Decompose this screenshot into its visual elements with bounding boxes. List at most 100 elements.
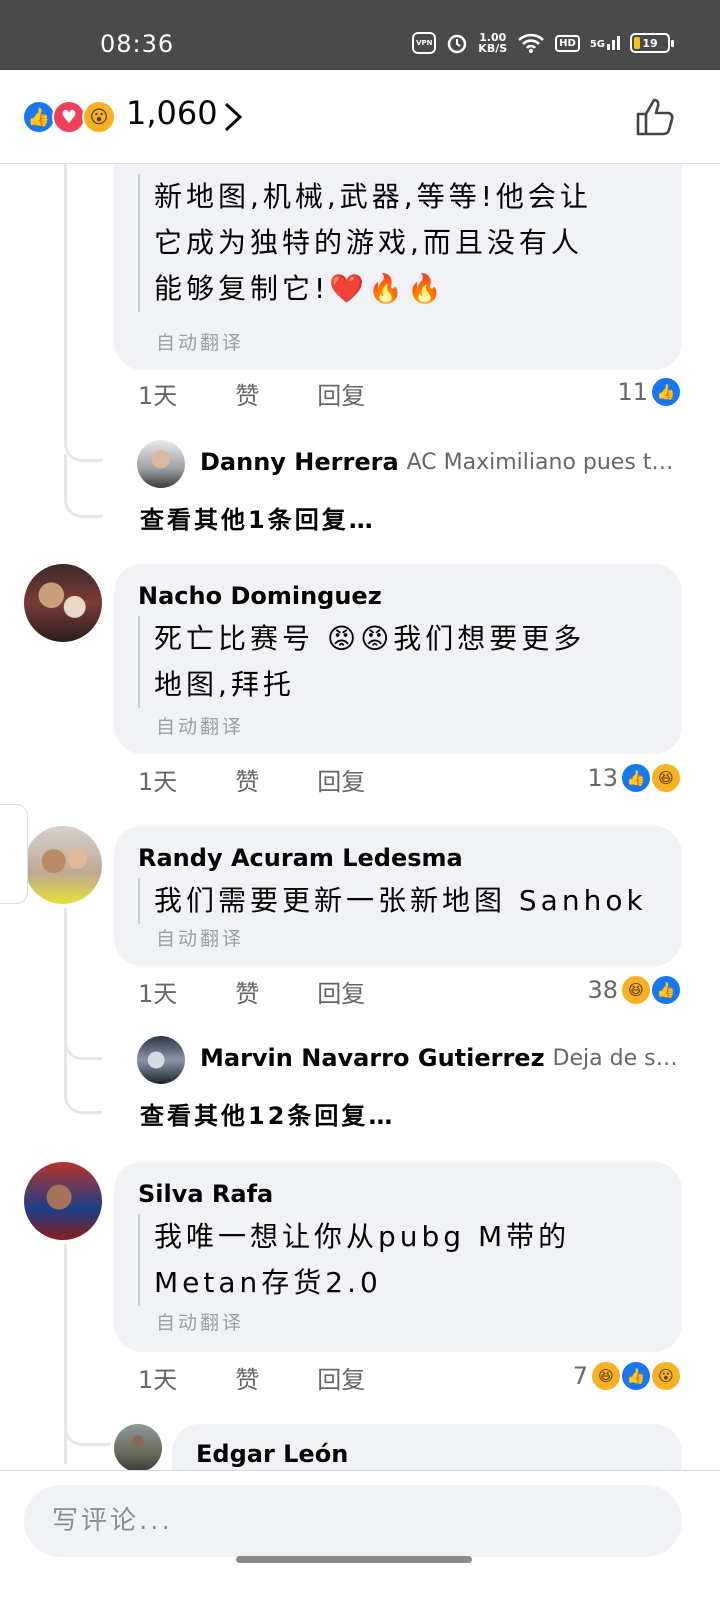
reaction-summary-icons: 👍 ♥ 😮 [22,100,116,134]
thread-line [64,164,67,404]
status-bar: 08:36 VPN 1.00 KB/S HD 5G 19 [0,0,720,70]
like-reaction-icon: 👍 [620,762,652,794]
view-more-replies[interactable]: 查看其他12条回复… [140,1096,395,1131]
reply-link[interactable]: 回复 [317,762,365,797]
comment-time: 1天 [138,768,178,796]
comment-line: 它成为独特的游戏,而且没有人 [154,226,583,259]
comment-bubble[interactable]: Randy Acuram Ledesma 我们需要更新一张新地图 Sanhok … [114,826,682,966]
reply-link[interactable]: 回复 [317,376,365,411]
network-speed: 1.00 KB/S [478,32,507,54]
comment-author[interactable]: Silva Rafa [138,1180,273,1208]
reply-author: Danny Herrera [200,448,399,476]
comment-actions: 1天 赞 回复 [138,974,423,1009]
avatar[interactable] [24,826,102,904]
comment-time: 1天 [138,980,178,1008]
avatar[interactable] [137,440,185,488]
home-indicator[interactable] [236,1556,472,1563]
avatar[interactable] [114,1424,162,1470]
auto-translate-label[interactable]: 自动翻译 [156,712,244,739]
reaction-header[interactable]: 👍 ♥ 😮 1,060 [0,70,720,164]
comment-text: 我唯一想让你从pubg M带的 Metan存货2.0 [138,1214,678,1306]
comment-author[interactable]: Randy Acuram Ledesma [138,844,463,872]
battery-level: 19 [642,36,658,50]
like-button-icon[interactable] [634,94,678,138]
comment-author[interactable]: Nacho Dominguez [138,582,382,610]
hd-icon: HD [555,34,580,52]
comment-line: 新地图,机械,武器,等等!他会让 [154,180,592,213]
avatar[interactable] [24,1162,102,1240]
comment-text: 我们需要更新一张新地图 Sanhok [138,878,678,924]
status-icons: VPN 1.00 KB/S HD 5G 19 [412,32,674,54]
haha-reaction-icon: 😆 [620,974,652,1006]
comment-composer [0,1470,720,1600]
thread-curve [64,1044,102,1114]
thread-line [64,908,67,1028]
signal-label: 5G [589,39,605,50]
chevron-right-icon[interactable] [220,98,246,136]
reply-author: Marvin Navarro Gutierrez [200,1044,545,1072]
comment-reaction-count[interactable]: 7 😆 👍 😮 [573,1360,682,1392]
reply-author[interactable]: Edgar León [196,1440,348,1468]
reply-preview[interactable]: Danny Herrera AC Maximiliano pues t… [200,448,673,476]
comment-reaction-count[interactable]: 13 👍 😆 [587,762,682,794]
reply-snippet: AC Maximiliano pues t… [406,449,674,475]
like-link[interactable]: 赞 [235,1360,259,1395]
comment-bubble[interactable]: 新地图,机械,武器,等等!他会让 它成为独特的游戏,而且没有人 能够复制它!❤️… [114,164,682,370]
avatar[interactable] [24,564,102,642]
comment-text: 新地图,机械,武器,等等!他会让 它成为独特的游戏,而且没有人 能够复制它!❤️… [138,174,678,312]
avatar[interactable] [137,1036,185,1084]
comment-line: Metan存货2.0 [154,1266,382,1299]
comment-time: 1天 [138,1366,178,1394]
reaction-number: 38 [587,976,618,1004]
vpn-icon: VPN [412,32,437,54]
side-drawer-tab[interactable] [0,804,28,904]
alarm-icon [448,34,467,54]
comment-text: 死亡比赛号 😡😡我们想要更多 地图,拜托 [138,616,678,708]
reply-link[interactable]: 回复 [317,1360,365,1395]
like-reaction-icon: 👍 [650,376,682,408]
view-more-replies[interactable]: 查看其他1条回复… [140,500,376,535]
like-link[interactable]: 赞 [235,974,259,1009]
thread-curve [64,454,102,518]
comment-reaction-count[interactable]: 38 😆 👍 [587,974,682,1006]
speed-unit: KB/S [478,42,508,55]
like-link[interactable]: 赞 [235,376,259,411]
reply-snippet: Deja de s… [552,1045,678,1071]
battery-icon: 19 [630,33,674,53]
comment-actions: 1天 赞 回复 [138,1360,423,1395]
reaction-number: 13 [587,764,618,792]
like-reaction-icon: 👍 [620,1360,652,1392]
total-reaction-count[interactable]: 1,060 [126,94,218,132]
comment-line: 能够复制它!❤️🔥🔥 [154,272,446,305]
comment-bubble[interactable]: Nacho Dominguez 死亡比赛号 😡😡我们想要更多 地图,拜托 自动翻… [114,564,682,754]
comment-line: 我们需要更新一张新地图 Sanhok [154,884,647,917]
reply-preview[interactable]: Marvin Navarro Gutierrez Deja de s… [200,1044,678,1072]
comments-sheet: 👍 ♥ 😮 1,060 新地图,机械,武器,等等!他会让 它成为独特的游戏,而且… [0,70,720,1600]
comment-feed: 新地图,机械,武器,等等!他会让 它成为独特的游戏,而且没有人 能够复制它!❤️… [0,164,720,1470]
comment-time: 1天 [138,382,178,410]
like-link[interactable]: 赞 [235,762,259,797]
like-reaction-icon: 👍 [22,100,56,134]
signal-icon: 5G [590,36,620,50]
comment-reaction-count[interactable]: 11 👍 [617,376,682,408]
love-reaction-icon: ♥ [52,100,86,134]
reply-bubble[interactable]: Edgar León [172,1424,682,1470]
like-reaction-icon: 👍 [650,974,682,1006]
auto-translate-label[interactable]: 自动翻译 [156,328,244,355]
haha-reaction-icon: 😆 [650,762,682,794]
wifi-icon [518,33,545,53]
reply-link[interactable]: 回复 [317,974,365,1009]
reaction-number: 7 [572,1362,588,1390]
auto-translate-label[interactable]: 自动翻译 [156,1308,244,1335]
comment-line: 地图,拜托 [154,668,295,701]
thread-curve [64,1414,110,1446]
comment-bubble[interactable]: Silva Rafa 我唯一想让你从pubg M带的 Metan存货2.0 自动… [114,1162,682,1352]
wow-reaction-icon: 😮 [650,1360,682,1392]
comment-actions: 1天 赞 回复 [138,762,423,797]
wow-reaction-icon: 😮 [82,100,116,134]
reaction-number: 11 [617,378,648,406]
haha-reaction-icon: 😆 [590,1360,622,1392]
auto-translate-label[interactable]: 自动翻译 [156,924,244,951]
write-comment-input[interactable] [24,1485,682,1557]
comment-line: 我唯一想让你从pubg M带的 [154,1220,571,1253]
